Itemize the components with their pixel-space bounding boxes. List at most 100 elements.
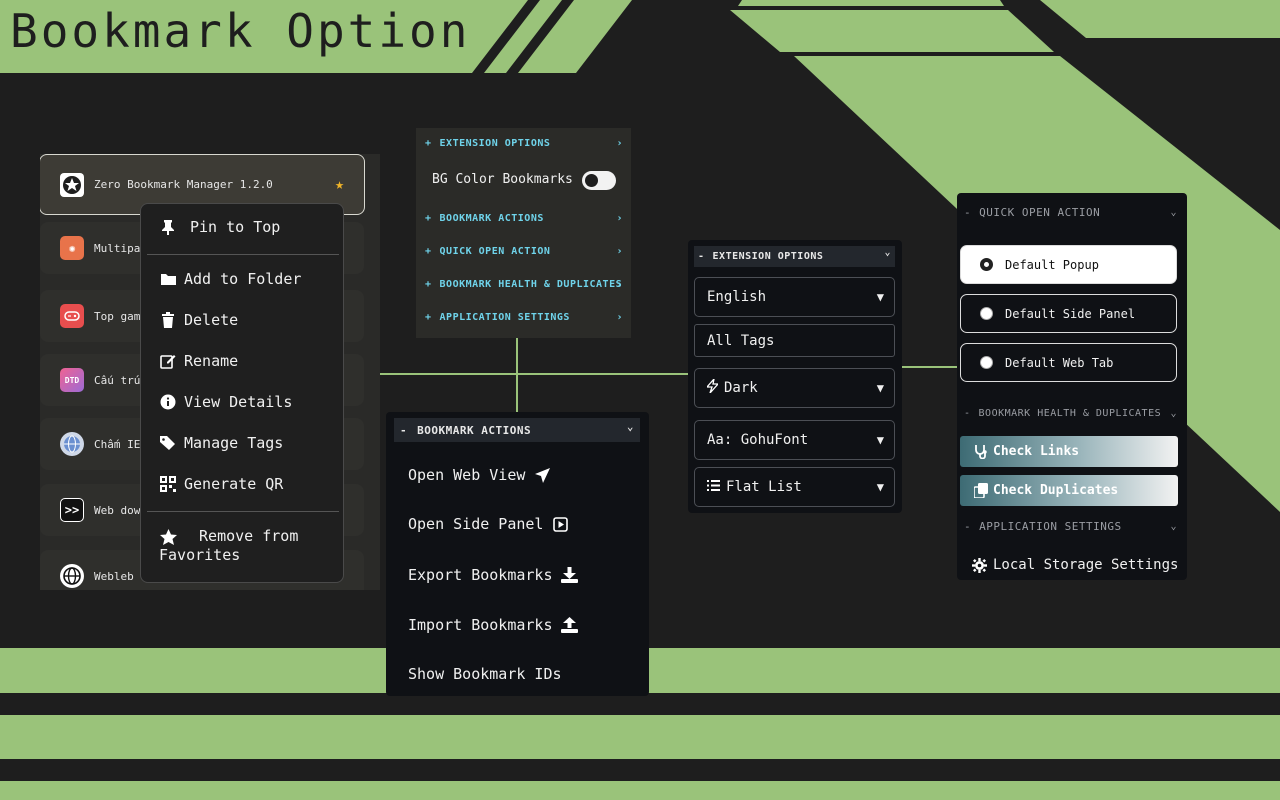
manage-tags-item[interactable]: Manage Tags	[159, 434, 283, 452]
bookmark-title: Web dow	[94, 503, 141, 517]
local-storage-settings-item[interactable]: Local Storage Settings	[972, 557, 1178, 573]
accordion-label: QUICK OPEN ACTION	[439, 245, 551, 257]
chevron-right-icon: ›	[616, 212, 623, 224]
export-bookmarks-item[interactable]: Export Bookmarks	[408, 566, 579, 584]
tags-icon	[159, 434, 177, 452]
chevron-down-icon: ⌄	[626, 420, 634, 433]
tags-value: All Tags	[707, 332, 775, 349]
star-circle-icon	[60, 172, 84, 197]
remove-from-favorites-item[interactable]: Remove from Favorites	[159, 527, 339, 565]
radio-icon	[980, 307, 993, 320]
view-mode-select[interactable]: Flat List ▼	[694, 467, 895, 507]
double-chevron-icon: >>	[60, 498, 84, 522]
plus-icon: +	[425, 311, 432, 323]
dropdown-arrow-icon: ▼	[876, 480, 884, 494]
add-to-folder-item[interactable]: Add to Folder	[159, 270, 301, 288]
quick-open-header[interactable]: - QUICK OPEN ACTION ⌄	[957, 205, 1187, 219]
accordion-label: EXTENSION OPTIONS	[439, 137, 551, 149]
extension-options-panel: + EXTENSION OPTIONS › BG Color Bookmarks…	[416, 128, 631, 338]
language-select[interactable]: English ▼	[694, 277, 895, 317]
check-links-button[interactable]: Check Links	[960, 436, 1178, 467]
qr-code-icon	[159, 475, 177, 493]
accordion-application-settings[interactable]: + APPLICATION SETTINGS ›	[416, 310, 631, 324]
plus-icon: +	[425, 212, 432, 224]
accordion-health-duplicates[interactable]: + BOOKMARK HEALTH & DUPLICATES ›	[416, 277, 631, 291]
chevron-right-icon: ›	[616, 245, 623, 257]
plus-icon: +	[425, 137, 432, 149]
context-menu: Pin to Top Add to Folder Delete Rename V…	[140, 203, 344, 583]
dropdown-arrow-icon: ▼	[876, 381, 884, 395]
check-duplicates-label: Check Duplicates	[993, 483, 1119, 498]
toggle-knob	[585, 174, 598, 187]
trash-icon	[159, 311, 177, 329]
chevron-down-icon: ⌄	[1170, 206, 1177, 218]
open-web-view-item[interactable]: Open Web View	[408, 466, 551, 484]
accordion-quick-open[interactable]: + QUICK OPEN ACTION ›	[416, 244, 631, 258]
collapse-dash-icon: -	[698, 251, 705, 262]
open-web-view-label: Open Web View	[408, 466, 526, 484]
download-icon	[561, 566, 579, 584]
default-web-tab-radio[interactable]: Default Web Tab	[960, 343, 1177, 382]
open-side-panel-item[interactable]: Open Side Panel	[408, 515, 569, 533]
bookmark-actions-header[interactable]: - BOOKMARK ACTIONS ⌄	[394, 418, 640, 442]
manage-tags-label: Manage Tags	[184, 434, 284, 452]
show-bookmark-ids-item[interactable]: Show Bookmark IDs	[408, 665, 562, 683]
rename-label: Rename	[184, 352, 239, 370]
copy-icon	[973, 483, 989, 499]
favorite-star-icon[interactable]: ★	[335, 175, 344, 193]
plus-icon: +	[425, 278, 432, 290]
menu-divider	[147, 511, 339, 512]
import-bookmarks-item[interactable]: Import Bookmarks	[408, 616, 579, 634]
application-settings-header[interactable]: - APPLICATION SETTINGS ⌄	[957, 519, 1187, 533]
default-side-panel-radio[interactable]: Default Side Panel	[960, 294, 1177, 333]
collapse-dash-icon: -	[400, 423, 408, 437]
lightning-icon	[705, 376, 720, 397]
tags-input[interactable]: All Tags	[694, 324, 895, 357]
view-details-label: View Details	[184, 393, 293, 411]
section-title: APPLICATION SETTINGS	[979, 519, 1122, 533]
open-side-panel-label: Open Side Panel	[408, 515, 544, 533]
extension-options-header[interactable]: - EXTENSION OPTIONS ⌄	[694, 246, 895, 267]
collapse-dash-icon: -	[964, 205, 972, 219]
dtd-logo-icon: DTD	[60, 368, 84, 392]
plus-icon: +	[425, 245, 432, 257]
theme-value: Dark	[724, 380, 758, 396]
bg-color-toggle[interactable]	[582, 171, 616, 190]
view-details-item[interactable]: View Details	[159, 393, 292, 411]
section-title: EXTENSION OPTIONS	[712, 251, 824, 262]
local-storage-settings-label: Local Storage Settings	[993, 557, 1179, 573]
pin-to-top-label: Pin to Top	[190, 218, 281, 236]
pin-icon	[159, 218, 177, 236]
delete-item[interactable]: Delete	[159, 311, 238, 329]
quick-open-panel: - QUICK OPEN ACTION ⌄ Default Popup Defa…	[957, 193, 1187, 580]
chevron-down-icon: ⌄	[1170, 407, 1177, 419]
radio-label: Default Web Tab	[1005, 355, 1114, 370]
radio-icon	[980, 356, 993, 369]
health-duplicates-header[interactable]: - BOOKMARK HEALTH & DUPLICATES ⌄	[957, 406, 1187, 420]
check-duplicates-button[interactable]: Check Duplicates	[960, 475, 1178, 506]
sunburst-icon: ✺	[60, 236, 84, 260]
chevron-right-icon: ›	[616, 311, 623, 323]
radio-label: Default Side Panel	[1005, 306, 1136, 321]
edit-icon	[159, 352, 177, 370]
delete-label: Delete	[184, 311, 239, 329]
radio-selected-icon	[980, 258, 993, 271]
font-select[interactable]: Aa: GohuFont ▼	[694, 420, 895, 460]
dropdown-arrow-icon: ▼	[876, 433, 884, 447]
rename-item[interactable]: Rename	[159, 352, 238, 370]
section-title: BOOKMARK ACTIONS	[417, 423, 532, 437]
extension-options-settings-panel: - EXTENSION OPTIONS ⌄ English ▼ All Tags…	[688, 240, 902, 513]
accordion-extension-options[interactable]: + EXTENSION OPTIONS ›	[416, 136, 631, 150]
pin-to-top-item[interactable]: Pin to Top	[159, 218, 280, 236]
accordion-label: BOOKMARK HEALTH & DUPLICATES	[439, 278, 623, 290]
bookmark-title: Top gam	[94, 309, 141, 323]
collapse-dash-icon: -	[964, 407, 971, 419]
section-title: BOOKMARK HEALTH & DUPLICATES	[978, 407, 1162, 419]
bookmark-title: Chấm IE	[94, 437, 141, 451]
star-icon	[159, 528, 177, 546]
accordion-bookmark-actions[interactable]: + BOOKMARK ACTIONS ›	[416, 211, 631, 225]
theme-select[interactable]: Dark ▼	[694, 368, 895, 408]
section-title: QUICK OPEN ACTION	[979, 205, 1101, 219]
default-popup-radio[interactable]: Default Popup	[960, 245, 1177, 284]
generate-qr-item[interactable]: Generate QR	[159, 475, 283, 493]
